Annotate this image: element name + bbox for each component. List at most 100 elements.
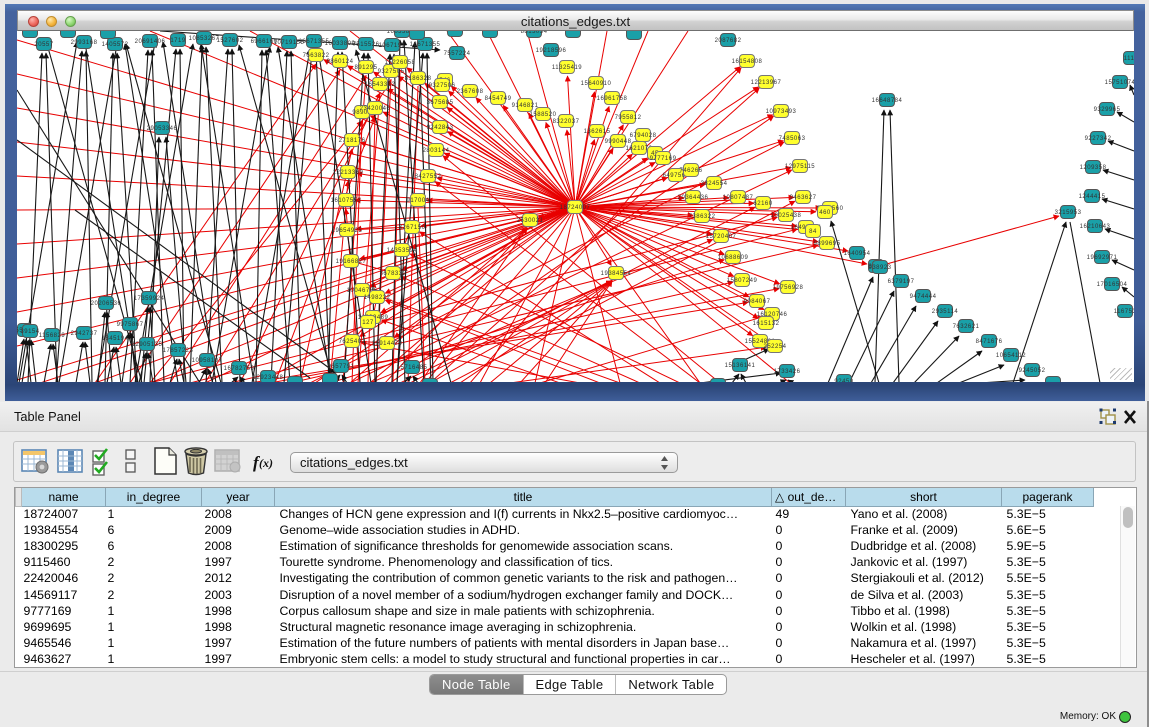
- svg-text:127: 127: [362, 320, 374, 326]
- svg-text:8267150: 8267150: [399, 225, 426, 231]
- svg-text:8813054: 8813054: [521, 31, 548, 35]
- svg-text:15807249: 15807249: [727, 278, 758, 284]
- svg-text:7386322: 7386322: [689, 214, 716, 220]
- svg-text:8186328: 8186328: [405, 76, 432, 82]
- svg-text:9975867: 9975867: [117, 322, 144, 328]
- svg-text:9084067: 9084067: [744, 299, 771, 305]
- svg-text:2803144: 2803144: [423, 148, 450, 154]
- svg-text:8427552: 8427552: [415, 174, 442, 180]
- svg-text:9242843: 9242843: [427, 125, 454, 131]
- svg-text:10807487: 10807487: [723, 195, 754, 201]
- svg-text:3824554: 3824554: [701, 181, 728, 187]
- svg-text:14353594: 14353594: [387, 248, 418, 254]
- svg-text:7625402: 7625402: [339, 339, 366, 345]
- svg-text:92450: 92450: [834, 379, 853, 382]
- svg-text:84: 84: [809, 229, 817, 235]
- svg-text:1067191: 1067191: [379, 43, 406, 49]
- svg-text:7663822: 7663822: [303, 53, 330, 59]
- svg-text:460: 460: [819, 210, 831, 216]
- svg-text:15136141: 15136141: [725, 363, 756, 369]
- svg-text:19218596: 19218596: [536, 48, 567, 54]
- svg-text:9227342: 9227342: [1085, 136, 1112, 142]
- svg-text:1615132: 1615132: [753, 321, 780, 327]
- svg-text:9327505: 9327505: [378, 69, 405, 75]
- svg-text:9777169: 9777169: [650, 156, 677, 162]
- svg-text:9860124: 9860124: [327, 59, 354, 65]
- svg-text:9245052: 9245052: [1019, 368, 1046, 374]
- svg-text:938923: 938923: [868, 265, 891, 271]
- svg-text:19384554: 19384554: [601, 271, 632, 277]
- svg-text:6794028: 6794028: [630, 133, 657, 139]
- svg-text:1345194: 1345194: [102, 336, 129, 342]
- svg-text:10654112: 10654112: [996, 353, 1026, 359]
- svg-text:9327506: 9327506: [429, 83, 456, 89]
- svg-text:9329965: 9329965: [1094, 107, 1121, 113]
- svg-text:12213967: 12213967: [751, 80, 782, 86]
- svg-text:15716485: 15716485: [397, 365, 428, 371]
- svg-text:16543382: 16543382: [365, 82, 396, 88]
- svg-text:16961758: 16961758: [597, 96, 628, 102]
- svg-text:1362615: 1362615: [584, 129, 611, 135]
- svg-text:252254: 252254: [763, 344, 786, 350]
- svg-text:17016504: 17016504: [1097, 282, 1128, 288]
- svg-text:19756928: 19756928: [773, 285, 804, 291]
- svg-text:6379197: 6379197: [888, 279, 915, 285]
- svg-text:20364436: 20364436: [678, 195, 709, 201]
- svg-text:16671355: 16671355: [410, 42, 441, 48]
- svg-text:16154808: 16154808: [732, 59, 763, 65]
- svg-text:1733426: 1733426: [774, 369, 801, 375]
- svg-text:9899695: 9899695: [814, 241, 841, 247]
- svg-text:1209358: 1209358: [1080, 165, 1107, 171]
- svg-text:9990448: 9990448: [605, 139, 632, 145]
- svg-text:10688609: 10688609: [718, 255, 749, 261]
- svg-text:16782759: 16782759: [224, 366, 255, 372]
- svg-text:16648784: 16648784: [872, 98, 903, 104]
- svg-text:3675685: 3675685: [427, 100, 454, 106]
- svg-text:19692971: 19692971: [1087, 255, 1118, 261]
- svg-text:2367608: 2367608: [457, 89, 484, 95]
- svg-text:9474444: 9474444: [910, 294, 937, 300]
- svg-text:20206536: 20206536: [91, 301, 122, 307]
- svg-text:1640954: 1640954: [844, 251, 871, 257]
- svg-text:1719: 1719: [170, 38, 186, 44]
- svg-text:917004: 917004: [406, 198, 429, 204]
- svg-text:2942737: 2942737: [71, 331, 98, 337]
- svg-text:1112: 1112: [1124, 56, 1134, 62]
- svg-text:1527602: 1527602: [217, 38, 244, 44]
- svg-text:62160: 62160: [753, 201, 772, 207]
- svg-text:16914479: 16914479: [372, 341, 403, 347]
- svg-text:23420046: 23420046: [360, 106, 391, 112]
- svg-text:7955812: 7955812: [615, 115, 642, 121]
- svg-text:2718176: 2718176: [339, 138, 366, 144]
- svg-text:7557224: 7557224: [444, 51, 471, 57]
- svg-text:1244415: 1244415: [1079, 194, 1106, 200]
- svg-text:15751074: 15751074: [1105, 80, 1134, 86]
- svg-text:1498222: 1498222: [364, 295, 391, 301]
- svg-text:8454749: 8454749: [485, 96, 512, 102]
- svg-text:3215953: 3215953: [1055, 210, 1082, 216]
- svg-text:10973493: 10973493: [766, 109, 797, 115]
- svg-text:10958107: 10958107: [192, 358, 223, 364]
- svg-text:9463627: 9463627: [790, 195, 817, 201]
- svg-text:12213369: 12213369: [333, 170, 364, 176]
- svg-text:15226058: 15226058: [385, 60, 416, 66]
- svg-text:12905135: 12905135: [132, 342, 163, 348]
- svg-text:15640910: 15640910: [581, 81, 612, 87]
- svg-text:19166827: 19166827: [336, 259, 367, 265]
- svg-text:15720407: 15720407: [706, 234, 737, 240]
- svg-text:891295: 891295: [354, 65, 377, 71]
- svg-text:1588520: 1588520: [530, 112, 557, 118]
- svg-text:1405572: 1405572: [102, 42, 129, 48]
- svg-text:2530021: 2530021: [517, 218, 544, 224]
- svg-text:12975115: 12975115: [785, 164, 815, 170]
- svg-text:8471676: 8471676: [976, 339, 1003, 345]
- svg-text:746266: 746266: [679, 168, 702, 174]
- svg-text:2087682: 2087682: [715, 38, 742, 44]
- svg-text:29053346: 29053346: [147, 126, 178, 132]
- svg-text:10853267: 10853267: [189, 36, 220, 42]
- svg-text:(x): (x): [259, 456, 273, 470]
- svg-text:1156829: 1156829: [39, 333, 66, 339]
- svg-text:19654925: 19654925: [332, 228, 363, 234]
- svg-text:7485063: 7485063: [779, 136, 806, 142]
- svg-text:10025438: 10025438: [771, 213, 802, 219]
